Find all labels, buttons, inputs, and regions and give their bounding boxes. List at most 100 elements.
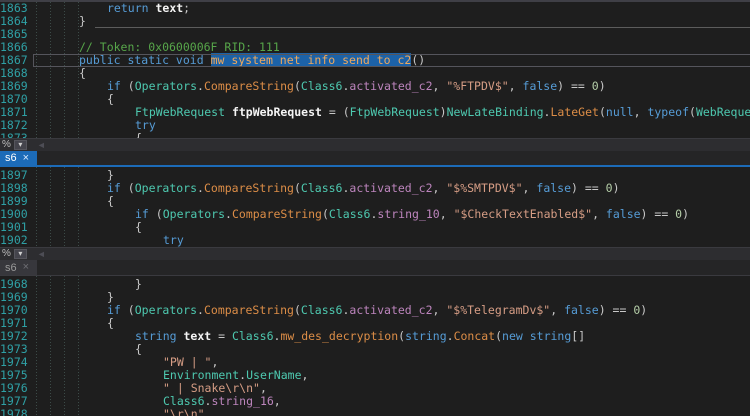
code-token: activated_c2 [349, 181, 432, 195]
code-token: { [107, 194, 114, 208]
code-token: LateGet [550, 105, 598, 119]
code-token: ftpWebRequest [232, 105, 322, 119]
code-token: new string [502, 329, 571, 343]
code-token: UserName [246, 368, 301, 382]
code-token: , [433, 79, 447, 93]
code-token: "\r\n" [163, 407, 205, 416]
code-token: = ( [322, 105, 350, 119]
code-line[interactable]: 1978 "\r\n", [0, 408, 750, 416]
code-text: } [28, 15, 86, 28]
code-token: ) == [571, 181, 606, 195]
code-text: Class6.string_16, [28, 395, 281, 408]
scroll-left-arrow[interactable]: ◄ [37, 140, 46, 150]
line-number: 1978 [0, 408, 28, 416]
code-token: activated_c2 [349, 79, 432, 93]
code-token: " | Snake\r\n" [163, 381, 260, 395]
code-line[interactable]: 1900if (Operators.CompareString(Class6.s… [0, 208, 750, 221]
code-token: string_16 [211, 394, 273, 408]
code-text: } [28, 169, 114, 182]
code-text: { [28, 221, 142, 234]
close-icon[interactable]: × [23, 262, 29, 273]
code-token: CompareString [204, 181, 294, 195]
code-token: } [135, 277, 142, 291]
code-text: return text; [28, 2, 190, 15]
editor-pane-top[interactable]: 1863return text;1864}18651866// Token: 0… [0, 2, 750, 138]
close-icon[interactable]: × [23, 153, 29, 164]
code-token: FtpWebRequest [350, 105, 440, 119]
code-line[interactable]: 1902try [0, 234, 750, 247]
code-line[interactable]: 1863return text; [0, 2, 750, 15]
code-text: string text = Class6.mw_des_decryption(s… [28, 330, 585, 343]
code-token: try [163, 233, 184, 247]
code-token: ( [294, 181, 301, 195]
code-token: try [135, 118, 156, 132]
code-token: { [107, 92, 114, 106]
code-token: ) == [641, 207, 676, 221]
code-token: ) [440, 105, 447, 119]
code-token: , [260, 381, 267, 395]
code-token: , [274, 394, 281, 408]
code-token: mw_des_decryption [280, 329, 398, 343]
zoom-percent-label: % [0, 248, 14, 260]
code-token: activated_c2 [349, 303, 432, 317]
tab-class6[interactable]: s6 × [0, 260, 37, 275]
code-token: , [634, 105, 648, 119]
editor-pane-bottom[interactable]: 1968}1969}1970if (Operators.CompareStrin… [0, 276, 750, 416]
code-line[interactable]: 1871FtpWebRequest ftpWebRequest = (FtpWe… [0, 106, 750, 119]
code-token: "$%SMTPDV$" [446, 181, 522, 195]
code-line[interactable]: 1901{ [0, 221, 750, 234]
code-text: { [28, 317, 114, 330]
zoom-bar: % ▾ ◄ [0, 247, 750, 260]
code-line[interactable]: 1975Environment.UserName, [0, 369, 750, 382]
zoom-dropdown-button[interactable]: ▾ [14, 249, 27, 259]
code-token: Operators [163, 207, 225, 221]
code-token: text [183, 329, 211, 343]
code-token: Class6 [301, 181, 343, 195]
code-token: { [135, 220, 142, 234]
code-token: ( [128, 303, 135, 317]
code-token: ( [689, 105, 696, 119]
code-token: ( [294, 79, 301, 93]
code-token: public static void [79, 53, 211, 67]
code-token: Operators [135, 303, 197, 317]
code-text: try [28, 234, 184, 247]
member-separator-line [95, 27, 750, 28]
code-token: . [225, 207, 232, 221]
code-token: } [79, 14, 86, 28]
code-token: () [411, 53, 425, 67]
code-token: ) [599, 79, 606, 93]
code-token: "PW | " [163, 355, 211, 369]
code-token: ) [613, 181, 620, 195]
code-line[interactable]: 1867public static void mw_system_net_inf… [0, 54, 750, 67]
code-token: "%FTPDV$" [446, 79, 508, 93]
code-token: string [405, 329, 447, 343]
code-token: CompareString [204, 303, 294, 317]
code-text: } [28, 278, 142, 291]
editor-pane-middle[interactable]: 1897}1898if (Operators.CompareString(Cla… [0, 167, 750, 247]
code-token: 0 [592, 79, 599, 93]
code-token: WebRequest [696, 105, 750, 119]
code-token: ( [294, 303, 301, 317]
code-token: , [550, 303, 564, 317]
code-token: if [107, 181, 128, 195]
code-token: string [135, 329, 183, 343]
tab-class6[interactable]: s6 × [0, 151, 37, 165]
code-line[interactable]: 1972string text = Class6.mw_des_decrypti… [0, 330, 750, 343]
code-line[interactable]: 1976" | Snake\r\n", [0, 382, 750, 395]
code-line[interactable]: 1977Class6.string_16, [0, 395, 750, 408]
scroll-left-arrow[interactable]: ◄ [37, 249, 46, 259]
code-token: , [211, 355, 218, 369]
code-token: ) == [557, 79, 592, 93]
zoom-dropdown-button[interactable]: ▾ [14, 140, 27, 150]
code-token: false [606, 207, 641, 221]
code-token: , [205, 407, 212, 416]
code-line[interactable]: 1974"PW | ", [0, 356, 750, 369]
code-line[interactable]: 1973{ [0, 343, 750, 356]
chevron-down-icon: ▾ [18, 250, 22, 258]
code-line[interactable]: 1872try [0, 119, 750, 132]
code-token: ( [128, 181, 135, 195]
code-token: return [107, 2, 155, 15]
code-token: false [564, 303, 599, 317]
code-token: Class6 [329, 207, 371, 221]
code-token: { [79, 66, 86, 80]
